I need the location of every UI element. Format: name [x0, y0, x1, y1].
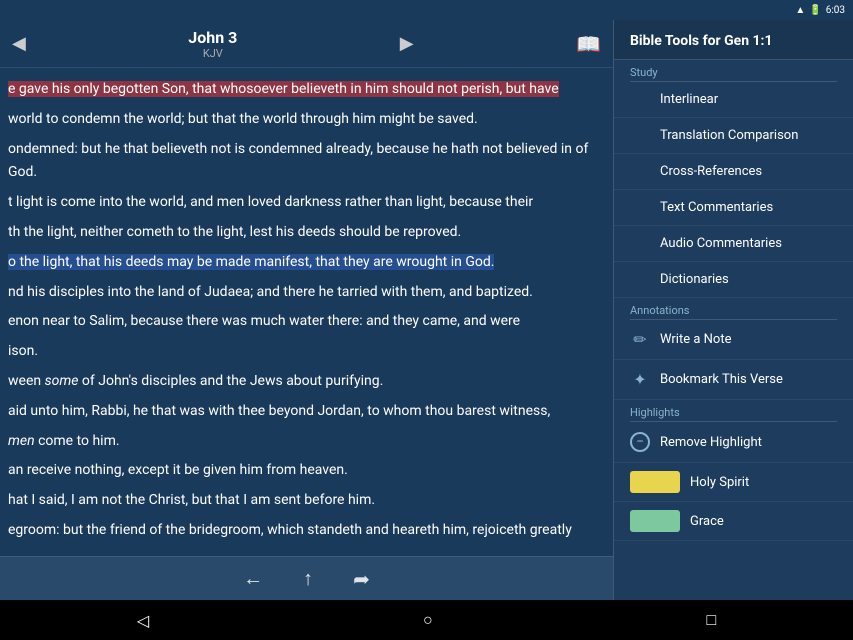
status-icons: ▲ 🔋 6:03 — [795, 5, 845, 16]
grace-label: Grace — [690, 514, 724, 529]
verse-1: e gave his only begotten Son, that whoso… — [8, 78, 605, 102]
green-swatch — [630, 510, 680, 532]
back-nav-button[interactable]: ← — [243, 566, 263, 591]
write-note-item[interactable]: ✏ Write a Note — [614, 320, 853, 360]
text-comm-label: Text Commentaries — [660, 200, 773, 215]
circle-minus-icon: − — [630, 432, 650, 452]
verse-9: ison. — [8, 340, 605, 364]
verse-5: th the light, neither cometh to the ligh… — [8, 221, 605, 245]
bookmark-label: Bookmark This Verse — [660, 372, 783, 387]
android-recents-button[interactable]: □ — [706, 610, 716, 630]
book-name: John 3 — [188, 28, 237, 47]
grace-highlight-item[interactable]: Grace — [614, 502, 853, 541]
highlights-section-label: Highlights — [614, 400, 853, 421]
verse-11: aid unto him, Rabbi, he that was with th… — [8, 400, 605, 424]
translation-comparison-item[interactable]: Translation Comparison — [614, 118, 853, 154]
verse-8: enon near to Salim, because there was mu… — [8, 310, 605, 334]
android-home-button[interactable]: ○ — [423, 610, 433, 630]
holy-spirit-highlight-item[interactable]: Holy Spirit — [614, 463, 853, 502]
book-version: KJV — [203, 47, 223, 60]
remove-highlight-label: Remove Highlight — [660, 435, 762, 450]
wifi-icon: ▲ — [795, 5, 805, 16]
up-nav-button[interactable]: ↑ — [303, 566, 313, 591]
bookmark-verse-item[interactable]: ✦ Bookmark This Verse — [614, 360, 853, 400]
verse-12: men come to him. — [8, 430, 605, 454]
pencil-icon: ✏ — [630, 330, 650, 349]
verse-6: o the light, that his deeds may be made … — [8, 251, 605, 275]
battery-icon: 🔋 — [809, 5, 821, 16]
verse-4: t light is come into the world, and men … — [8, 191, 605, 215]
verse-3: ondemned: but he that believeth not is c… — [8, 138, 605, 186]
holy-spirit-label: Holy Spirit — [690, 475, 749, 490]
bible-text-area: e gave his only begotten Son, that whoso… — [0, 68, 613, 556]
book-icon[interactable]: 📖 — [576, 32, 601, 56]
prev-chapter-button[interactable]: ◀ — [12, 33, 26, 54]
cross-ref-label: Cross-References — [660, 164, 762, 179]
android-nav-bar: ◁ ○ □ — [0, 600, 853, 640]
annotations-section-label: Annotations — [614, 298, 853, 319]
highlighted-text-red: e gave his only begotten Son, that whoso… — [8, 81, 559, 97]
content-area: ◀ John 3 KJV ▶ 📖 e gave his only begotte… — [0, 20, 853, 600]
status-bar: ▲ 🔋 6:03 — [0, 0, 853, 20]
verse-15: egroom: but the friend of the bridegroom… — [8, 519, 605, 543]
audio-comm-label: Audio Commentaries — [660, 236, 782, 251]
text-commentaries-item[interactable]: Text Commentaries — [614, 190, 853, 226]
bible-panel: ◀ John 3 KJV ▶ 📖 e gave his only begotte… — [0, 20, 613, 600]
verse-7: nd his disciples into the land of Judaea… — [8, 281, 605, 305]
time-display: 6:03 — [826, 5, 845, 16]
interlinear-label: Interlinear — [660, 92, 718, 107]
verse-10: ween some of John's disciples and the Je… — [8, 370, 605, 394]
dict-label: Dictionaries — [660, 272, 729, 287]
remove-highlight-icon: − — [630, 432, 650, 452]
share-button[interactable]: ➦ — [353, 567, 370, 591]
cross-references-item[interactable]: Cross-References — [614, 154, 853, 190]
tools-title: Bible Tools for Gen 1:1 — [630, 33, 773, 49]
study-section-label: Study — [614, 60, 853, 81]
verse-14: hat I said, I am not the Christ, but tha… — [8, 489, 605, 513]
verse-13: an receive nothing, except it be given h… — [8, 459, 605, 483]
next-chapter-button[interactable]: ▶ — [400, 33, 414, 54]
star-icon: ✦ — [630, 370, 650, 389]
app-container: ◀ John 3 KJV ▶ 📖 e gave his only begotte… — [0, 20, 853, 600]
write-note-label: Write a Note — [660, 332, 731, 347]
verse-2: world to condemn the world; but that the… — [8, 108, 605, 132]
bible-header: ◀ John 3 KJV ▶ 📖 — [0, 20, 613, 68]
tools-panel: Bible Tools for Gen 1:1 Study Interlinea… — [613, 20, 853, 600]
android-back-button[interactable]: ◁ — [137, 611, 149, 630]
dictionaries-item[interactable]: Dictionaries — [614, 262, 853, 298]
translation-label: Translation Comparison — [660, 128, 798, 143]
bottom-nav: ← ↑ ➦ — [0, 556, 613, 600]
highlighted-text-blue: o the light, that his deeds may be made … — [8, 254, 494, 270]
interlinear-item[interactable]: Interlinear — [614, 82, 853, 118]
yellow-swatch — [630, 471, 680, 493]
audio-commentaries-item[interactable]: Audio Commentaries — [614, 226, 853, 262]
tools-header: Bible Tools for Gen 1:1 — [614, 20, 853, 60]
book-title-area[interactable]: John 3 KJV — [188, 28, 237, 60]
remove-highlight-item[interactable]: − Remove Highlight — [614, 422, 853, 463]
